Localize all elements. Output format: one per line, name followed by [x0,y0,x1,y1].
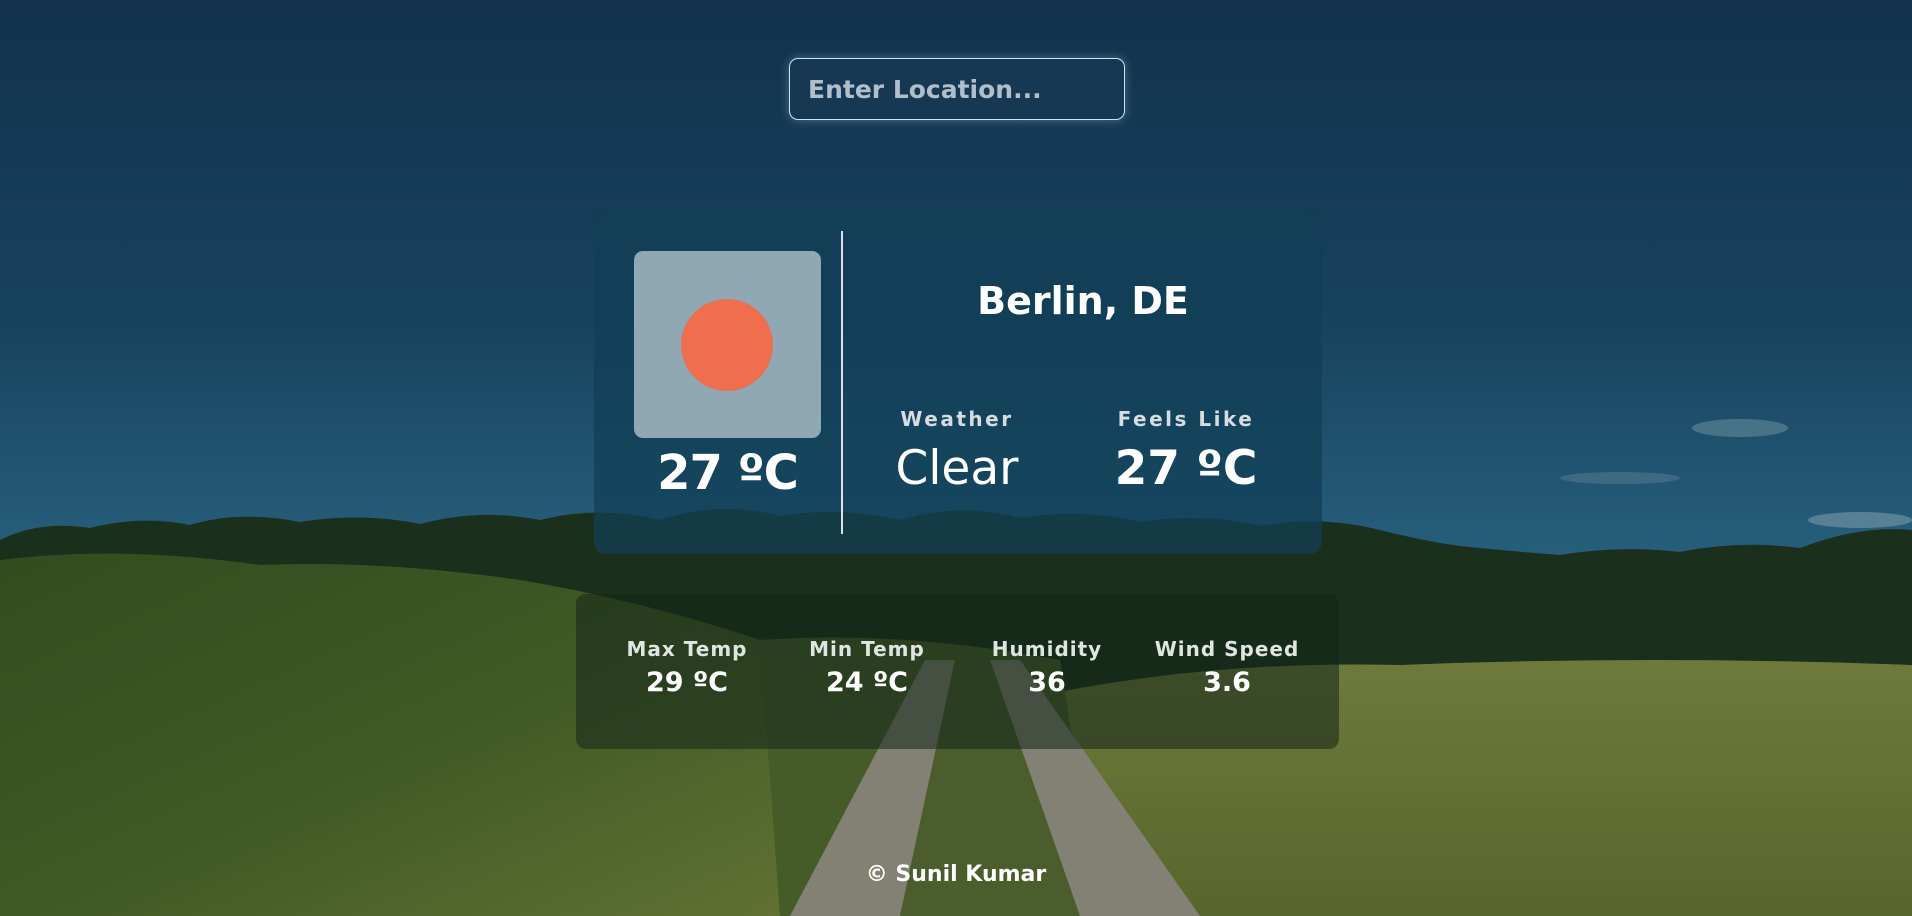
max-temp-value: 29 ºC [645,667,728,698]
min-temp-label: Min Temp [809,637,925,661]
weather-app: 27 ºC Berlin, DE Weather Clear Feels Lik… [0,0,1912,916]
wind-speed-value: 3.6 [1203,667,1251,698]
current-temperature: 27 ºC [657,445,799,501]
humidity-label: Humidity [991,637,1103,661]
weather-icon-tile [634,251,821,438]
feels-like-label: Feels Like [1117,407,1255,431]
humidity-value: 36 [1028,667,1066,698]
weather-details-card: Max Temp 29 ºC Min Temp 24 ºC Humidity 3… [576,594,1339,749]
clear-sun-icon [681,299,773,391]
current-weather-card: 27 ºC Berlin, DE Weather Clear Feels Lik… [594,211,1322,554]
wind-speed-stat: Wind Speed 3.6 [1137,637,1317,698]
feels-like-value: 27 ºC [1114,441,1258,496]
card-divider [841,231,843,534]
footer-credit: © Sunil Kumar [865,862,1047,887]
min-temp-value: 24 ºC [825,667,908,698]
location-search-input[interactable] [789,58,1125,120]
weather-label: Weather [900,407,1014,431]
location-name: Berlin, DE [977,279,1189,323]
wind-speed-label: Wind Speed [1154,637,1300,661]
max-temp-label: Max Temp [626,637,748,661]
feels-like: Feels Like 27 ºC [1086,407,1286,496]
min-temp-stat: Min Temp 24 ºC [777,637,957,698]
humidity-stat: Humidity 36 [957,637,1137,698]
max-temp-stat: Max Temp 29 ºC [597,637,777,698]
weather-condition: Weather Clear [857,407,1057,496]
weather-value: Clear [895,441,1019,496]
